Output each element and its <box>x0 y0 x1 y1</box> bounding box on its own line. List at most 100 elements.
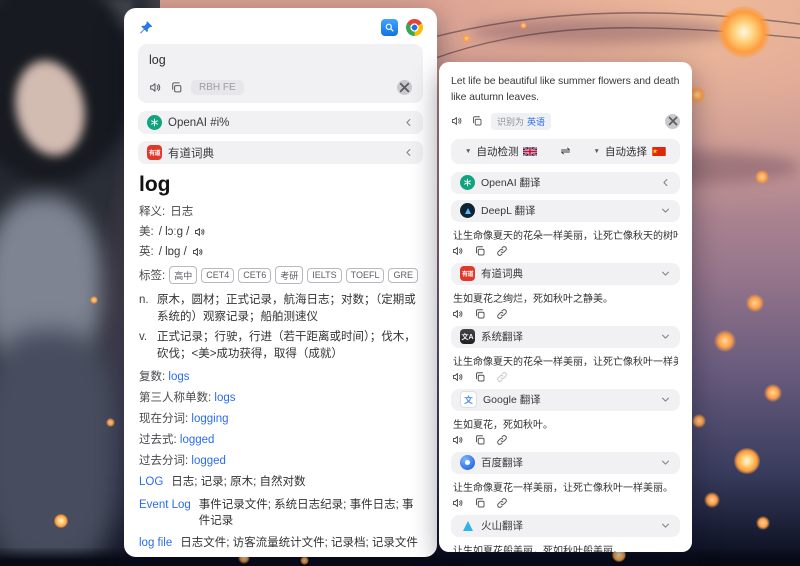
word-form-row: 过去式: logged <box>139 431 422 447</box>
link-icon[interactable] <box>496 308 508 320</box>
query-card: log RBH FE <box>138 44 423 103</box>
exam-tag: 考研 <box>275 266 303 284</box>
target-language-label: 自动选择 <box>605 144 647 159</box>
service-header[interactable]: OpenAI 翻译 <box>451 172 680 194</box>
service-header[interactable]: 百度翻译 <box>451 452 680 474</box>
service-openai: OpenAI 翻译 <box>451 172 680 194</box>
exam-tag: CET4 <box>201 268 234 283</box>
google-translate-icon: 文 <box>460 391 477 408</box>
phrase-meaning: 日志; 记录; 原木; 自然对数 <box>171 474 422 490</box>
language-bar: ▼ 自动检测 ⇌ ▼ 自动选择 <box>451 139 680 164</box>
source-text: Let life be beautiful like summer flower… <box>451 73 680 106</box>
service-google: 文 Google 翻译 生如夏花，死如秋叶。 <box>451 389 680 446</box>
service-baidu: 百度翻译 让生命像夏花一样美丽，让死亡像秋叶一样美丽。 <box>451 452 680 509</box>
speaker-icon[interactable] <box>452 497 464 509</box>
lantern-glow <box>734 448 760 474</box>
clear-input-button[interactable] <box>397 80 412 95</box>
service-header[interactable]: 文 Google 翻译 <box>451 389 680 411</box>
form-value-link[interactable]: logging <box>191 413 228 425</box>
lantern-glow <box>756 516 770 530</box>
openai-section-label: OpenAI #i% <box>168 117 229 129</box>
copy-icon[interactable] <box>170 81 183 94</box>
form-value-link[interactable]: logs <box>214 392 235 404</box>
service-name: DeepL 翻译 <box>481 203 535 218</box>
translation-text: 生如夏花，死如秋叶。 <box>453 416 678 431</box>
phrase-term-link[interactable]: log file <box>139 535 172 551</box>
copy-icon[interactable] <box>474 245 486 257</box>
link-icon[interactable] <box>496 434 508 446</box>
speaker-icon[interactable] <box>452 308 464 320</box>
service-system: 文A 系统翻译 让生命像夏天的花朵一样美丽，让死亡像秋叶一样美丽。 <box>451 326 680 383</box>
service-header[interactable]: 有道 有道词典 <box>451 263 680 285</box>
phonetic-row-uk: 英: / lɒg / <box>139 244 422 260</box>
service-name: 火山翻译 <box>481 518 523 533</box>
chevron-down-icon[interactable] <box>660 457 671 468</box>
openai-section-header[interactable]: OpenAI #i% <box>138 111 423 134</box>
word-form-row: 过去分词: logged <box>139 452 422 468</box>
speaker-icon[interactable] <box>452 371 464 383</box>
link-icon[interactable] <box>496 497 508 509</box>
chevron-down-icon[interactable] <box>660 331 671 342</box>
chevron-left-icon[interactable] <box>403 147 414 158</box>
phrase-term-link[interactable]: LOG <box>139 474 163 490</box>
pin-icon[interactable] <box>138 20 154 36</box>
speaker-icon[interactable] <box>149 81 162 94</box>
copy-icon[interactable] <box>474 497 486 509</box>
service-header[interactable]: DeepL 翻译 <box>451 200 680 222</box>
phrase-term-link[interactable]: Event Log <box>139 497 191 530</box>
copy-icon[interactable] <box>474 371 486 383</box>
translation-window: Let life be beautiful like summer flower… <box>439 62 692 552</box>
query-action-row: RBH FE <box>149 80 412 95</box>
form-value-link[interactable]: logs <box>168 371 189 383</box>
definition-verb: v. 正式记录；行驶，行进（若干距离或时间）；伐木，砍伐；<美>成功获得，取得（… <box>139 329 422 363</box>
translation-action-row <box>452 245 679 257</box>
chevron-down-icon[interactable] <box>660 268 671 279</box>
chevron-down-icon[interactable] <box>660 394 671 405</box>
close-window-button[interactable] <box>665 114 680 129</box>
chrome-icon[interactable] <box>406 19 423 36</box>
gloss-label: 释义: <box>139 204 165 220</box>
chevron-left-icon[interactable] <box>660 177 671 188</box>
chevron-down-icon[interactable] <box>660 520 671 531</box>
phonetic-value: / lɔːg / <box>159 224 190 240</box>
lantern-glow <box>54 514 68 528</box>
translation-action-row <box>452 497 679 509</box>
detected-label: 识别为 <box>497 115 524 128</box>
deepl-icon <box>460 203 475 218</box>
translation-action-row <box>452 371 679 383</box>
lantern-glow <box>462 34 471 43</box>
phonetic-label: 英: <box>139 244 154 260</box>
word-form-row: 现在分词: logging <box>139 410 422 426</box>
copy-icon[interactable] <box>474 308 486 320</box>
form-label: 第三人称单数: <box>139 392 211 404</box>
swap-languages-button[interactable]: ⇌ <box>552 144 580 158</box>
form-value-link[interactable]: logged <box>191 455 226 467</box>
target-language-selector[interactable]: ▼ 自动选择 <box>580 144 681 159</box>
service-header[interactable]: 火山翻译 <box>451 515 680 537</box>
chevron-down-icon[interactable] <box>660 205 671 216</box>
chevron-left-icon[interactable] <box>403 117 414 128</box>
source-language-selector[interactable]: ▼ 自动检测 <box>451 144 552 159</box>
service-name: 百度翻译 <box>481 455 523 470</box>
detected-language-pill[interactable]: 识别为 英语 <box>491 113 551 130</box>
speaker-icon[interactable] <box>451 115 463 127</box>
service-header[interactable]: 文A 系统翻译 <box>451 326 680 348</box>
definition-text: 原木，圆材；正式记录，航海日志；对数；（定期或系统的）观察记录；船舶测速仪 <box>157 292 422 326</box>
speaker-icon[interactable] <box>194 226 206 238</box>
translation-action-row <box>452 434 679 446</box>
speaker-icon[interactable] <box>452 245 464 257</box>
search-app-icon[interactable] <box>381 19 398 36</box>
phrase-row: Event Log事件记录文件; 系统日志纪录; 事件日志; 事件记录 <box>139 497 422 530</box>
query-input[interactable]: log <box>149 53 412 67</box>
copy-icon[interactable] <box>474 434 486 446</box>
youdao-section-header[interactable]: 有道 有道词典 <box>138 141 423 164</box>
lantern-glow <box>692 414 706 428</box>
headword: log <box>139 173 422 197</box>
link-icon[interactable] <box>496 245 508 257</box>
copy-icon[interactable] <box>471 115 483 127</box>
speaker-icon[interactable] <box>452 434 464 446</box>
form-value-link[interactable]: logged <box>180 434 215 446</box>
dropdown-arrow-icon: ▼ <box>594 148 600 155</box>
speaker-icon[interactable] <box>192 246 204 258</box>
exam-tag: 高中 <box>169 266 197 284</box>
